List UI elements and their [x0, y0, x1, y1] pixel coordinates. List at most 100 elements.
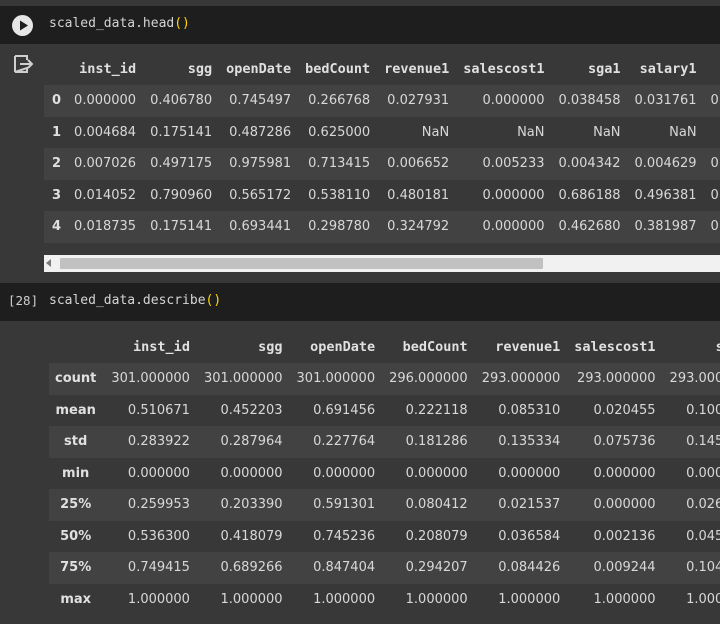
- scroll-left-icon[interactable]: [46, 259, 51, 267]
- table-cell: 0.000: [710, 156, 720, 172]
- table-cell: 0.026779: [686, 497, 720, 513]
- code-cell-describe[interactable]: [28] scaled_data.describe(): [0, 283, 720, 321]
- table-cell: 0.145037: [686, 434, 720, 450]
- table-cell: 0.000000: [313, 465, 376, 481]
- table-cell: 0.104648: [686, 560, 720, 576]
- column-header: openDate: [226, 60, 292, 77]
- column-header: sgg: [258, 338, 283, 355]
- column-header: salescost1: [463, 60, 545, 77]
- code-line[interactable]: scaled_data.describe(): [49, 293, 221, 308]
- table-cell: 1.000000: [313, 591, 376, 607]
- table-cell: 0.175141: [150, 124, 213, 140]
- scrollbar-thumb[interactable]: [60, 258, 543, 269]
- table-cell: 0.847404: [313, 560, 376, 576]
- table-cell: 0.259953: [127, 497, 190, 513]
- table-cell: 0.001: [710, 93, 720, 109]
- table-cell: 1.000000: [498, 591, 561, 607]
- table-cell: 296.000000: [389, 371, 468, 387]
- table-cell: 293.000000: [669, 371, 720, 387]
- table-row: 50% 0.536300 0.418079 0.745236 0.208079 0.036…: [49, 520, 720, 552]
- row-index: count: [55, 371, 97, 387]
- table-cell: 0.000000: [482, 187, 545, 203]
- table-cell: 0.000000: [482, 93, 545, 109]
- table-row: 2 0.007026 0.497175 0.975981 0.713415 0.00665…: [44, 148, 720, 180]
- table-cell: 293.000000: [576, 371, 656, 387]
- table-cell: 0.203390: [220, 497, 283, 513]
- table-cell: 0.591301: [313, 497, 376, 513]
- column-header: openDate: [310, 338, 376, 355]
- execution-count: [28]: [8, 293, 39, 308]
- run-cell-button[interactable]: [12, 15, 33, 36]
- table-cell: 0.496381: [634, 187, 697, 203]
- code-line[interactable]: scaled_data.head(): [49, 16, 190, 31]
- table-cell: 0.000000: [405, 465, 468, 481]
- column-header: salary1: [639, 60, 697, 77]
- table-row: 25% 0.259953 0.203390 0.591301 0.080412 0.021…: [49, 489, 720, 521]
- table-cell: 0.745497: [229, 93, 292, 109]
- table-cell: 0.324792: [387, 219, 450, 235]
- table-cell: 0.790960: [150, 187, 213, 203]
- table-cell: 0.565172: [229, 187, 292, 203]
- table-cell: 0.686188: [558, 187, 621, 203]
- table-cell: 301.000000: [296, 371, 376, 387]
- column-header: bedCount: [402, 338, 468, 355]
- output-exit-icon[interactable]: [12, 53, 34, 75]
- code-text: scaled_data.head: [49, 16, 175, 31]
- table-cell: 0.004629: [634, 156, 697, 172]
- table-cell: 0.135334: [498, 434, 561, 450]
- table-cell: 1.000000: [220, 591, 283, 607]
- row-index: mean: [55, 402, 96, 418]
- row-index: std: [64, 434, 88, 450]
- table-row: 0 0.000000 0.406780 0.745497 0.266768 0.02793…: [44, 85, 720, 117]
- table-cell: 0.406780: [150, 93, 213, 109]
- row-index: 1: [52, 124, 62, 140]
- table-cell: 0.000000: [127, 465, 190, 481]
- row-index: 75%: [60, 560, 92, 576]
- table-row: 4 0.018735 0.175141 0.693441 0.298780 0.32479…: [44, 211, 720, 243]
- table-cell: 0.181286: [405, 434, 468, 450]
- column-header: sgg: [187, 60, 213, 77]
- table-cell: 0.749415: [127, 560, 190, 576]
- table-cell: 0.538110: [308, 187, 371, 203]
- row-index: min: [62, 465, 90, 481]
- table-header-row: inst_id sgg openDate bedCount revenue1 salesc…: [49, 330, 720, 363]
- table-cell: 0.000000: [593, 497, 656, 513]
- table-cell: NaN: [593, 124, 621, 140]
- table-cell: 0.002136: [593, 528, 656, 544]
- table-cell: 0.021537: [498, 497, 561, 513]
- code-cell-head[interactable]: scaled_data.head(): [0, 6, 720, 44]
- table-cell: 0.012: [710, 219, 720, 235]
- table-cell: 0.020455: [593, 402, 656, 418]
- table-cell: NaN: [421, 124, 450, 140]
- table-cell: 0.018735: [74, 219, 137, 235]
- table-cell: 0.287964: [220, 434, 283, 450]
- table-cell: 0.536300: [127, 528, 190, 544]
- table-cell: 0.100315: [686, 402, 720, 418]
- column-header: sga1: [588, 60, 621, 77]
- column-header: revenue1: [495, 338, 561, 355]
- table-header-row: inst_id sgg openDate bedCount revenue1 salesc…: [44, 52, 720, 85]
- table-cell: 0.000000: [220, 465, 283, 481]
- row-index: 2: [52, 156, 62, 172]
- table-cell: 0.208079: [405, 528, 468, 544]
- table-row: max 1.000000 1.000000 1.000000 1.000000 1.000…: [49, 583, 720, 615]
- table-cell: 0.000000: [482, 219, 545, 235]
- describe-output: inst_id sgg openDate bedCount revenue1 salesc…: [49, 330, 720, 624]
- table-cell: 0.014052: [74, 187, 137, 203]
- table-cell: 0.004342: [558, 156, 621, 172]
- table-cell: 0.085310: [498, 402, 561, 418]
- table-cell: 1.000000: [686, 591, 720, 607]
- table-cell: 1.000000: [593, 591, 656, 607]
- table-cell: 0.006652: [387, 156, 450, 172]
- table-cell: NaN: [517, 124, 545, 140]
- table-cell: 0.000000: [593, 465, 656, 481]
- code-parens: (): [205, 293, 222, 308]
- table-cell: 0.027931: [387, 93, 450, 109]
- table-cell: 0.510671: [127, 402, 190, 418]
- table-cell: 0.266768: [308, 93, 371, 109]
- table-row: count 301.000000 301.000000 301.000000 296.0…: [49, 363, 720, 395]
- column-header: revenue1: [384, 60, 450, 77]
- column-header: salescost1: [574, 338, 656, 355]
- horizontal-scrollbar[interactable]: [44, 255, 720, 272]
- code-parens: (): [174, 16, 190, 31]
